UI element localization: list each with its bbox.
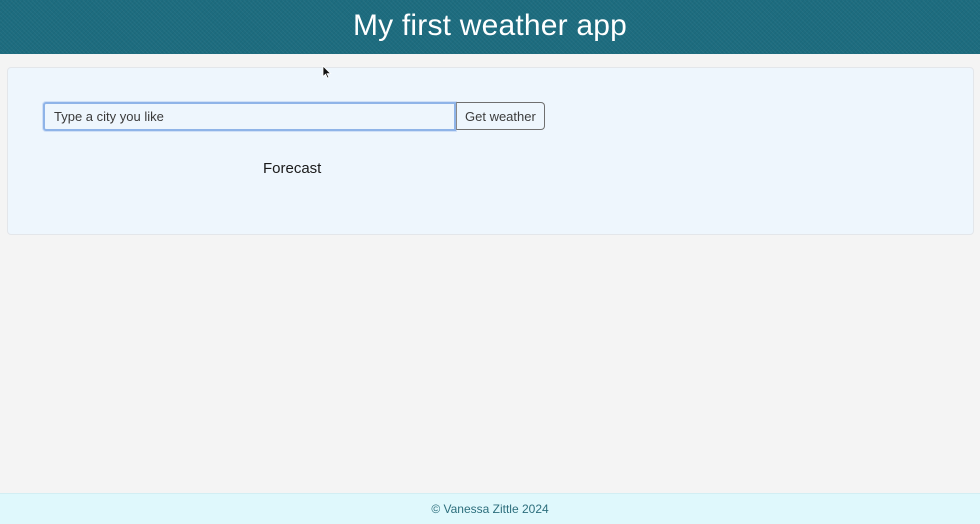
mouse-cursor-icon — [322, 65, 332, 79]
app-header: My first weather app — [0, 0, 980, 54]
city-search-input[interactable] — [43, 102, 456, 131]
app-title: My first weather app — [352, 8, 628, 42]
app-footer: © Vanessa Zittle 2024 — [0, 493, 980, 524]
weather-card: Get weather Forecast — [7, 67, 974, 235]
get-weather-button[interactable]: Get weather — [456, 102, 545, 130]
search-form: Get weather — [43, 102, 545, 131]
copyright-text: © Vanessa Zittle 2024 — [431, 502, 549, 516]
forecast-heading: Forecast — [263, 160, 322, 177]
